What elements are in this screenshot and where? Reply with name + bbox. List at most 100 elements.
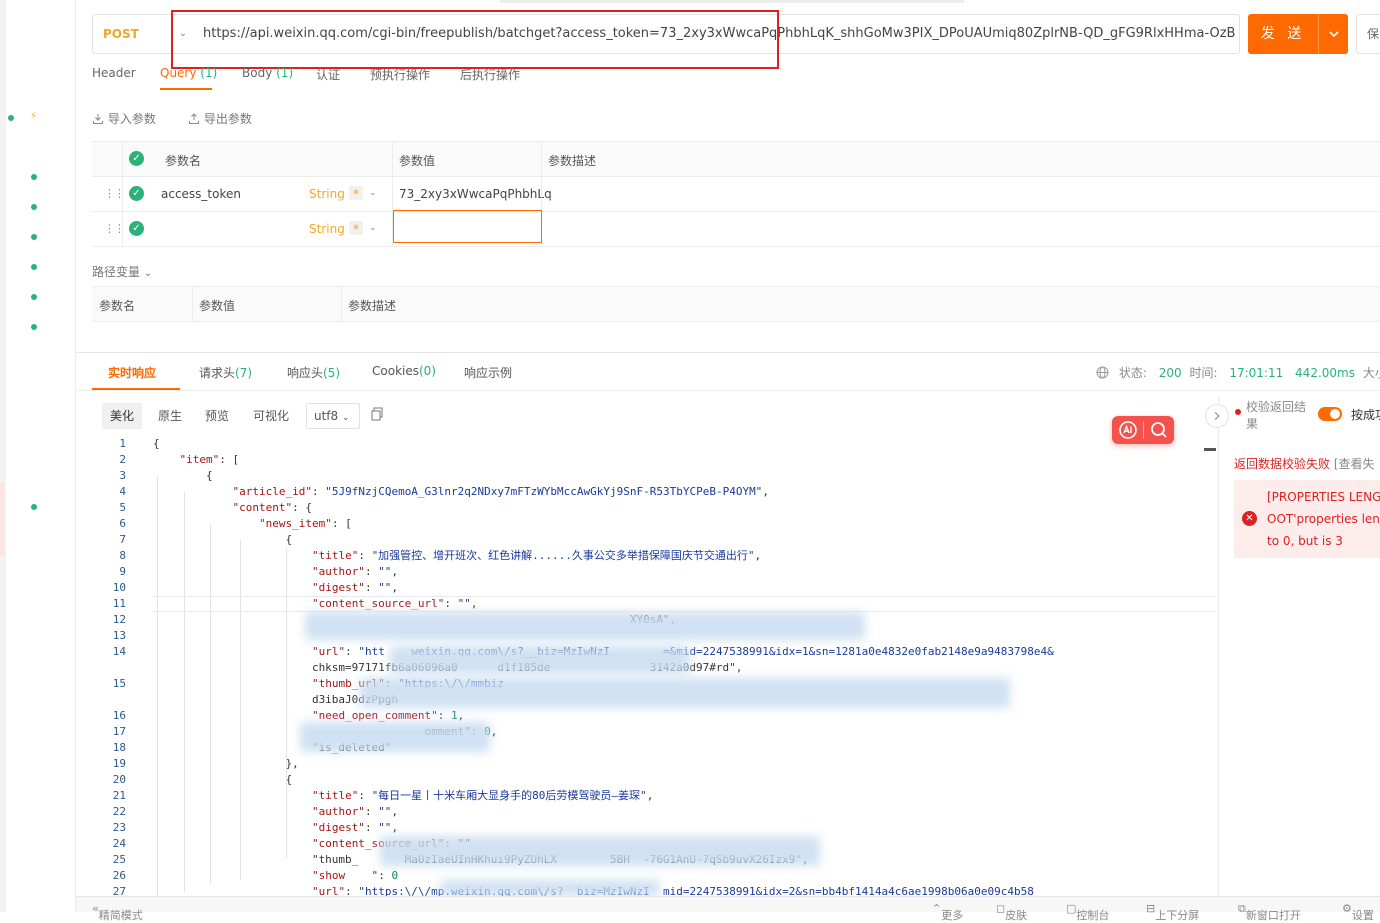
validation-label: 校验返回结果 (1246, 400, 1307, 431)
simple-mode-button[interactable]: « 精简模式 (92, 902, 143, 922)
line-number: 25 (112, 853, 126, 866)
drag-handle-icon[interactable]: ⋮⋮ (104, 222, 125, 235)
url-input[interactable]: https://api.weixin.qq.com/cgi-bin/freepu… (203, 15, 1235, 53)
tab-query[interactable]: Query (1) (160, 66, 217, 80)
settings-button[interactable]: ⚙ 设置 (1342, 902, 1374, 922)
send-options-button[interactable] (1318, 14, 1348, 54)
column-header-name: 参数名 (99, 299, 136, 313)
error-line: to 0, but is 3 (1267, 534, 1343, 548)
column-header-name: 参数名 (165, 154, 202, 168)
tab-body[interactable]: Body (1) (242, 66, 293, 80)
status-bar: « 精简模式 ⌃ 更多 ◻ 皮肤 ▢ 控制台 ⊟ 上下分屏 ⧉ 新窗口打开 ⚙ … (76, 896, 1380, 922)
more-button[interactable]: ⌃ 更多 (932, 902, 963, 922)
save-button[interactable]: 保 (1356, 14, 1380, 54)
code-line: 23 "digest": "", (100, 820, 1216, 836)
view-preview-button[interactable]: 预览 (197, 403, 237, 429)
code-text: "digest": "", (311, 821, 399, 834)
param-value[interactable]: 73_2xy3xWwcaPqPhbhLq (399, 187, 552, 201)
line-number: 1 (119, 437, 126, 450)
param-type-select[interactable]: String (309, 222, 345, 236)
line-number: 21 (112, 789, 126, 802)
copy-icon[interactable] (370, 407, 384, 421)
tab-auth[interactable]: 认证 (316, 66, 340, 83)
param-value-input[interactable] (393, 210, 542, 243)
row-enabled-checkbox[interactable]: ✓ (129, 186, 144, 201)
skin-button[interactable]: ◻ 皮肤 (996, 902, 1027, 922)
console-button[interactable]: ▢ 控制台 (1066, 902, 1109, 922)
view-failure-link[interactable]: [查看失 (1334, 457, 1375, 471)
tab-header[interactable]: Header (92, 66, 136, 80)
path-variables-toggle[interactable]: 路径变量 ⌄ (92, 263, 152, 280)
chevron-down-icon[interactable]: ⌄ (369, 188, 377, 198)
param-type-select[interactable]: String (309, 187, 345, 201)
tab-response-example[interactable]: 响应示例 (464, 364, 512, 381)
param-name[interactable]: access_token (161, 187, 241, 201)
encoding-select[interactable]: utf8 ⌄ (306, 403, 360, 429)
export-params-button[interactable]: 导出参数 (188, 110, 252, 127)
lightning-icon[interactable]: ⚡ (30, 111, 37, 122)
column-header-value: 参数值 (199, 299, 236, 313)
editor-scroll-marker[interactable] (1204, 448, 1216, 451)
code-line: 4 "article_id": "5J9fNzjCQemoA_G3lnr2q2N… (100, 484, 1216, 500)
required-toggle[interactable]: * (349, 221, 363, 236)
chevron-down-icon[interactable]: ⌄ (173, 15, 193, 53)
code-text: "show ": 0 (311, 869, 399, 882)
select-all-checkbox[interactable]: ✓ (129, 151, 144, 166)
drag-handle-icon[interactable]: ⋮⋮ (104, 187, 125, 200)
send-button[interactable]: 发 送 (1248, 14, 1318, 54)
sidebar-status-dot[interactable] (8, 115, 14, 121)
sidebar-status-dot[interactable] (31, 174, 37, 180)
validation-toggle[interactable] (1318, 407, 1342, 421)
sidebar-status-dot[interactable] (31, 264, 37, 270)
code-text: "title": "每日一星丨十米车厢大显身手的80后劳模驾驶员—姜琛", (311, 789, 654, 802)
skin-label: 皮肤 (1005, 909, 1028, 922)
split-view-button[interactable]: ⊟ 上下分屏 (1146, 902, 1199, 922)
line-number: 7 (119, 533, 126, 546)
tab-cookies[interactable]: Cookies(0) (372, 364, 436, 378)
sidebar-status-dot[interactable] (31, 324, 37, 330)
code-line: 2 "item": [ (100, 452, 1216, 468)
tab-post-script[interactable]: 后执行操作 (460, 66, 520, 83)
import-params-button[interactable]: 导入参数 (92, 110, 156, 127)
split-view-label: 上下分屏 (1155, 909, 1200, 922)
sidebar-status-dot[interactable] (31, 234, 37, 240)
code-line: 3 { (100, 468, 1216, 484)
view-pretty-button[interactable]: 美化 (102, 403, 143, 429)
view-visual-button[interactable]: 可视化 (245, 403, 297, 429)
code-line: 17 omment": 0, (100, 724, 1216, 740)
chevron-down-icon[interactable]: ⌄ (369, 223, 377, 233)
validation-error-box: ✕ [PROPERTIES LENGTH OOT'properties leng… (1234, 480, 1380, 558)
required-toggle[interactable]: * (349, 186, 363, 201)
row-enabled-checkbox[interactable]: ✓ (129, 221, 144, 236)
line-number: 20 (112, 773, 126, 786)
method-select[interactable]: POST (93, 15, 173, 53)
sidebar-status-dot[interactable] (31, 294, 37, 300)
indent-guide (286, 548, 287, 858)
tab-pre-script[interactable]: 预执行操作 (370, 66, 430, 83)
collapse-panel-button[interactable] (1205, 404, 1229, 428)
tab-request-headers[interactable]: 请求头(7) (199, 364, 252, 381)
tab-response-headers-label: 响应头 (287, 366, 324, 380)
code-line: 10 "digest": "", (100, 580, 1216, 596)
import-icon (93, 114, 103, 124)
line-number: 16 (112, 709, 126, 722)
column-header-desc: 参数描述 (348, 299, 397, 313)
tab-body-label: Body (242, 66, 273, 80)
tab-request-headers-count: (7) (235, 366, 253, 380)
validation-fail-text: 返回数据校验失败 (1234, 457, 1331, 471)
sidebar: ⚡ (6, 0, 76, 912)
tab-response-headers[interactable]: 响应头(5) (287, 364, 340, 381)
new-window-button[interactable]: ⧉ 新窗口打开 (1238, 902, 1301, 922)
tab-realtime-response[interactable]: 实时响应 (108, 364, 156, 381)
sidebar-status-dot[interactable] (31, 204, 37, 210)
validation-fail-message: 返回数据校验失败 [查看失 (1234, 455, 1375, 472)
view-raw-button[interactable]: 原生 (150, 403, 190, 429)
code-line: 9 "author": "", (100, 564, 1216, 580)
code-text: "author": "", (311, 805, 399, 818)
line-number: 10 (112, 581, 126, 594)
code-line: 5 "content": { (100, 500, 1216, 516)
sidebar-status-dot[interactable] (31, 504, 37, 510)
validate-by-success-select[interactable]: 按成功 (1351, 406, 1380, 423)
redaction-blur (300, 722, 490, 752)
line-number: 13 (112, 629, 126, 642)
